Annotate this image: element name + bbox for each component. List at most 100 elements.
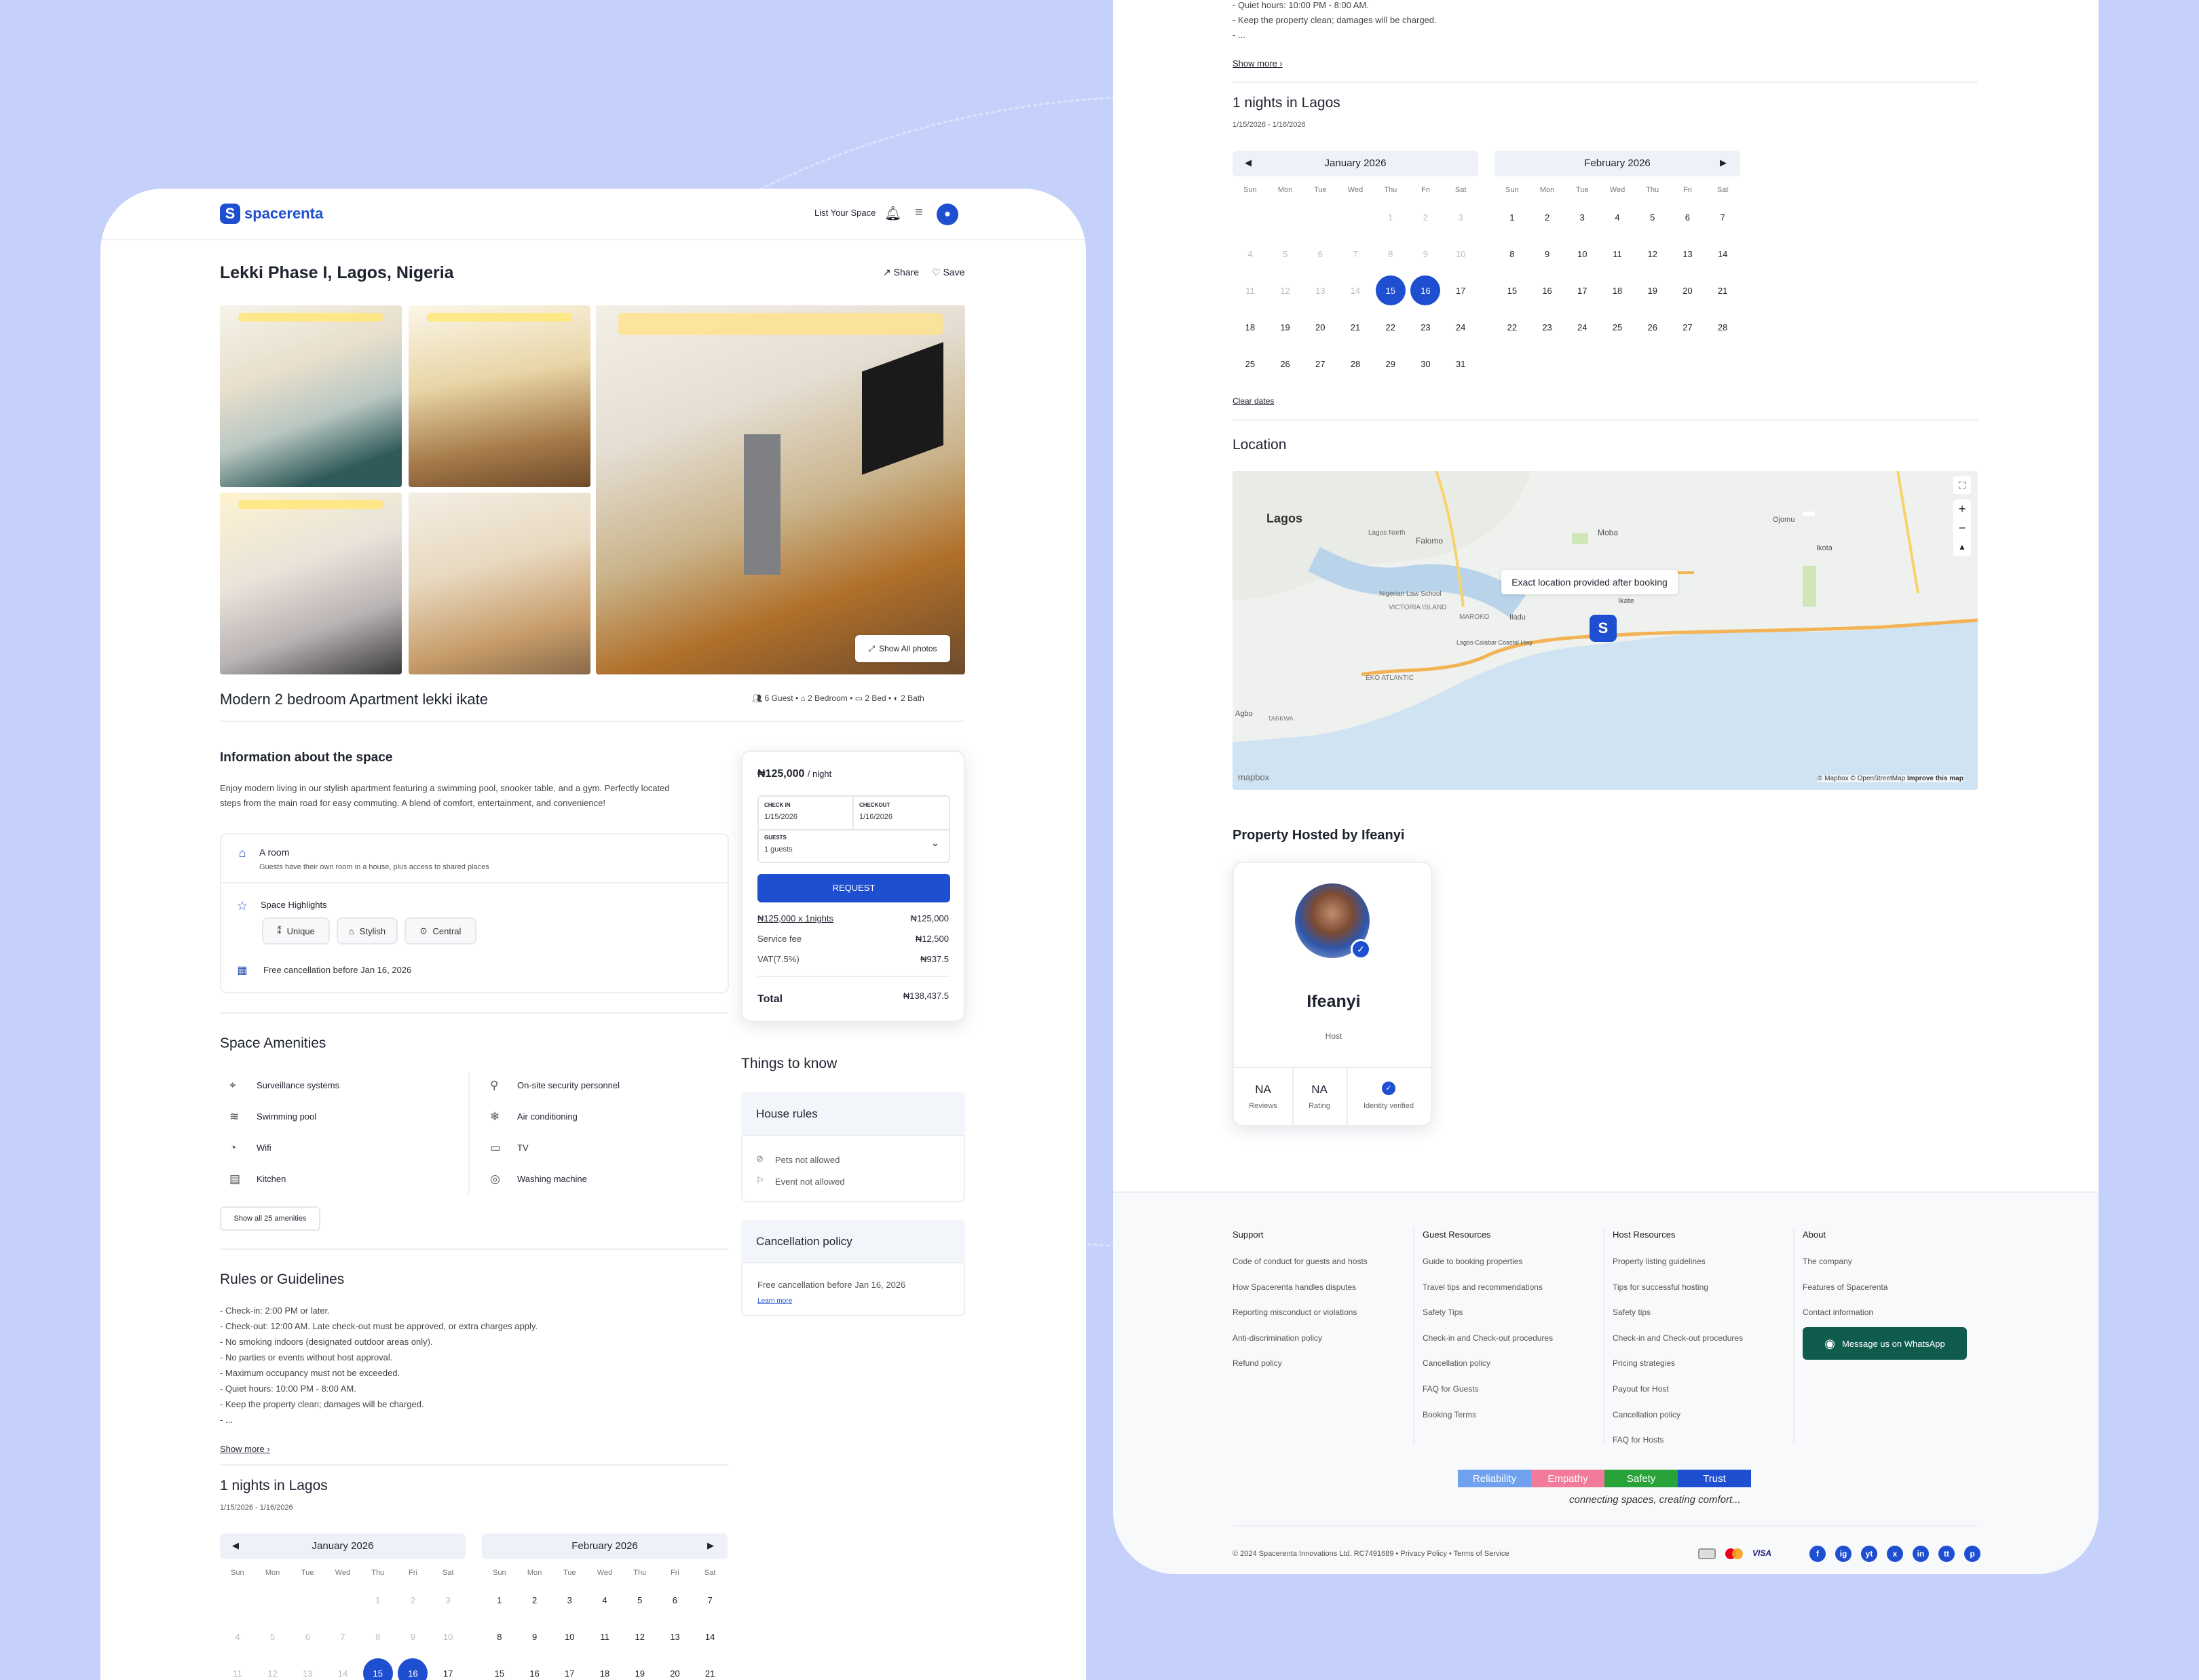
show-more-link[interactable]: Show more › [220,1444,270,1454]
user-avatar[interactable]: ● [937,204,958,225]
learn-more-link[interactable]: Learn more [757,1297,792,1305]
share-button[interactable]: ↗ Share [883,267,919,278]
calendar-day[interactable]: 8 [485,1622,514,1652]
footer-link[interactable]: FAQ for Guests [1423,1384,1479,1394]
social-tt-icon[interactable]: tt [1938,1546,1955,1562]
calendar-day[interactable]: 6 [1672,202,1702,232]
calendar-day[interactable]: 15 [362,1658,393,1680]
calendar-day[interactable]: 31 [1446,349,1476,379]
calendar-day[interactable]: 9 [1533,239,1562,269]
calendar-day[interactable]: 15 [1375,275,1406,305]
photo-bedroom-2[interactable] [409,493,590,674]
whatsapp-button[interactable]: ◉ Message us on WhatsApp [1803,1327,1967,1360]
footer-link[interactable]: Travel tips and recommendations [1423,1282,1543,1292]
calendar-day[interactable]: 18 [590,1658,620,1680]
social-x-icon[interactable]: x [1887,1546,1903,1562]
calendar-day[interactable]: 12 [625,1622,655,1652]
calendar-day[interactable]: 2 [1533,202,1562,232]
calendar-day[interactable]: 1 [485,1585,514,1615]
calendar-day[interactable]: 22 [1497,312,1527,342]
footer-link[interactable]: Anti-discrimination policy [1233,1333,1322,1343]
calendar-day[interactable]: 20 [1672,275,1702,305]
calendar-day[interactable]: 7 [695,1585,725,1615]
footer-link[interactable]: Refund policy [1233,1358,1282,1368]
social-f-icon[interactable]: f [1809,1546,1826,1562]
calendar-day[interactable]: 3 [1567,202,1597,232]
footer-link[interactable]: Booking Terms [1423,1410,1476,1419]
calendar-day[interactable]: 7 [1708,202,1737,232]
improve-map-link[interactable]: Improve this map [1907,775,1963,782]
calendar-day[interactable]: 3 [555,1585,584,1615]
calendar-day[interactable]: 13 [660,1622,690,1652]
photo-kitchen[interactable] [596,305,965,674]
footer-link[interactable]: Guide to booking properties [1423,1257,1522,1266]
calendar-day[interactable]: 19 [625,1658,655,1680]
calendar-day[interactable]: 5 [1638,202,1668,232]
calendar-prev-icon[interactable]: ◀ [232,1540,239,1551]
save-button[interactable]: ♡ Save [932,267,964,278]
footer-link[interactable]: How Spacerenta handles disputes [1233,1282,1356,1292]
checkout-field[interactable]: CHECKOUT 1/16/2026 [854,797,949,831]
social-yt-icon[interactable]: yt [1861,1546,1877,1562]
list-your-space-link[interactable]: List Your Space [814,208,876,218]
calendar-day[interactable]: 14 [695,1622,725,1652]
zoom-out-button[interactable]: − [1953,518,1971,537]
calendar-day[interactable]: 18 [1602,275,1632,305]
footer-link[interactable]: Contact information [1803,1307,1873,1317]
footer-link[interactable]: Features of Spacerenta [1803,1282,1887,1292]
calendar-day[interactable]: 13 [1672,239,1702,269]
calendar-next-icon[interactable]: ▶ [707,1540,714,1551]
calendar-day[interactable]: 9 [520,1622,550,1652]
menu-icon[interactable]: ≡ [915,205,923,221]
calendar-day[interactable]: 16 [1410,275,1441,305]
calendar-day[interactable]: 10 [555,1622,584,1652]
footer-link[interactable]: Cancellation policy [1423,1358,1490,1368]
calendar-day[interactable]: 16 [520,1658,550,1680]
request-button[interactable]: REQUEST [757,874,950,902]
price-breakdown-link[interactable]: ₦125,000 x 1nights [757,913,833,923]
calendar-day[interactable]: 15 [1497,275,1527,305]
calendar-day[interactable]: 24 [1567,312,1597,342]
calendar-day[interactable]: 2 [520,1585,550,1615]
footer-link[interactable]: Payout for Host [1613,1384,1669,1394]
footer-link[interactable]: The company [1803,1257,1852,1266]
calendar-next-icon[interactable]: ▶ [1720,157,1727,168]
calendar-day[interactable]: 17 [555,1658,584,1680]
checkin-field[interactable]: CHECK IN 1/15/2026 [759,797,854,831]
calendar-day[interactable]: 22 [1376,312,1406,342]
footer-link[interactable]: Check-in and Check-out procedures [1613,1333,1743,1343]
calendar-day[interactable]: 17 [433,1658,463,1680]
footer-link[interactable]: Safety Tips [1423,1307,1463,1317]
calendar-day[interactable]: 28 [1708,312,1737,342]
calendar-day[interactable]: 5 [625,1585,655,1615]
calendar-day[interactable]: 15 [485,1658,514,1680]
calendar-day[interactable]: 8 [1497,239,1527,269]
privacy-link[interactable]: Privacy Policy [1400,1550,1446,1558]
calendar-day[interactable]: 30 [1410,349,1440,379]
show-all-photos-button[interactable]: ⤢ Show All photos [855,635,950,662]
footer-link[interactable]: Property listing guidelines [1613,1257,1706,1266]
footer-link[interactable]: Safety tips [1613,1307,1651,1317]
footer-link[interactable]: Pricing strategies [1613,1358,1675,1368]
terms-link[interactable]: Terms of Service [1454,1550,1509,1558]
calendar-day[interactable]: 25 [1235,349,1265,379]
calendar-day[interactable]: 19 [1271,312,1300,342]
calendar-day[interactable]: 6 [660,1585,690,1615]
calendar-day[interactable]: 4 [1602,202,1632,232]
photo-dining[interactable] [409,305,590,487]
calendar-day[interactable]: 12 [1638,239,1668,269]
social-in-icon[interactable]: in [1913,1546,1929,1562]
calendar-day[interactable]: 11 [590,1622,620,1652]
photo-bedroom-1[interactable] [220,493,402,674]
calendar-day[interactable]: 25 [1602,312,1632,342]
calendar-day[interactable]: 10 [1567,239,1597,269]
footer-link[interactable]: FAQ for Hosts [1613,1435,1664,1445]
clear-dates-link[interactable]: Clear dates [1233,396,1274,406]
zoom-in-button[interactable]: + [1953,499,1971,518]
calendar-day[interactable]: 1 [1497,202,1527,232]
footer-link[interactable]: Tips for successful hosting [1613,1282,1708,1292]
social-p-icon[interactable]: p [1964,1546,1980,1562]
calendar-day[interactable]: 17 [1446,275,1476,305]
photo-living-room[interactable] [220,305,402,487]
footer-link[interactable]: Reporting misconduct or violations [1233,1307,1357,1317]
